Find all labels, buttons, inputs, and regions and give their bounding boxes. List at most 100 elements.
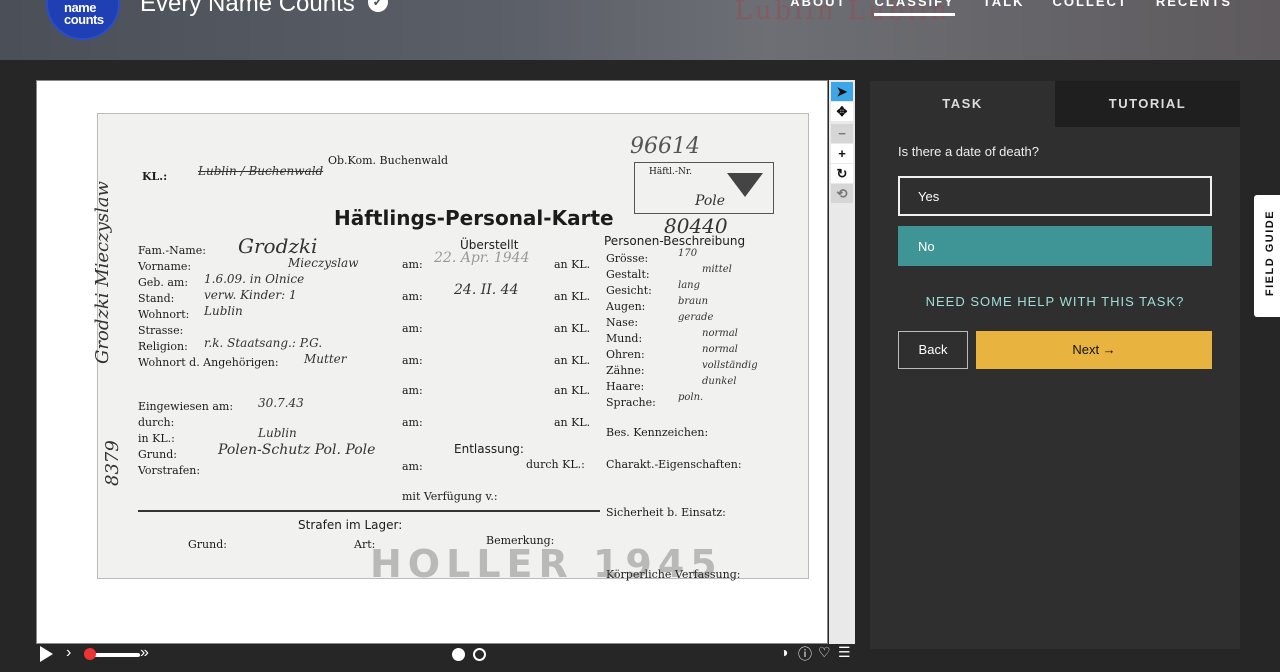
nav-recents[interactable]: RECENTS [1156, 0, 1232, 16]
label-nase: Nase: [606, 316, 639, 329]
strafen-title: Strafen im Lager: [298, 518, 403, 532]
next-button[interactable]: Next → [976, 331, 1212, 369]
person-title: Personen-Beschreibung [604, 234, 746, 248]
speed-slider-knob[interactable] [84, 648, 96, 660]
favorite-icon[interactable]: ♡ [818, 644, 831, 661]
frame-dot-2[interactable] [473, 648, 486, 661]
answer-yes-button[interactable]: Yes [898, 176, 1212, 216]
prisoner-card-image: Grodzki Mieczyslaw 8379 KL.: Lublin / Bu… [92, 113, 809, 586]
sicherheit-label: Sicherheit b. Einsatz: [606, 506, 726, 519]
ueb-kl-6: an KL. [554, 416, 591, 429]
ueb-date-1: 22. Apr. 1944 [434, 250, 530, 266]
value-zaehne: vollständig [702, 360, 758, 371]
label-wohnort-angeh: Wohnort d. Angehörigen: [138, 356, 279, 369]
pointer-icon[interactable]: ➤ [831, 82, 853, 101]
entlassung-am: am: [402, 460, 423, 473]
zoom-in-icon[interactable]: + [831, 144, 853, 163]
verfuegung-label: mit Verfügung v.: [402, 490, 498, 503]
task-question: Is there a date of death? [898, 144, 1039, 159]
label-vorname: Vorname: [138, 260, 192, 273]
value-mund: normal [702, 328, 738, 339]
rotate-icon[interactable]: ↻ [831, 164, 853, 183]
value-gesicht: lang [678, 280, 701, 291]
value-gestalt: mittel [702, 264, 732, 275]
label-stand: Stand: [138, 292, 175, 305]
subject-viewer[interactable]: Grodzki Mieczyslaw 8379 KL.: Lublin / Bu… [36, 80, 828, 644]
nav-collect[interactable]: COLLECT [1052, 0, 1127, 16]
value-geb: 1.6.09. in Olnice [204, 272, 305, 286]
site-header: Lublin Lublin name counts Every Name Cou… [0, 0, 1280, 60]
ueb-am-3: am: [402, 322, 423, 335]
ueb-am-5: am: [402, 384, 423, 397]
prev-speed-icon[interactable]: › [66, 644, 71, 662]
value-groesse: 170 [678, 248, 698, 259]
value-grund: Polen-Schutz Pol. Pole [218, 442, 376, 458]
label-zaehne: Zähne: [606, 364, 645, 377]
card-title: Häftlings-Personal-Karte [334, 206, 614, 230]
card-side-name: Grodzki Mieczyslaw [92, 181, 113, 364]
task-tabs: TASK TUTORIAL [870, 81, 1240, 127]
label-geb: Geb. am: [138, 276, 189, 289]
zoom-out-icon[interactable]: − [831, 124, 853, 143]
value-sprache: poln. [678, 392, 704, 403]
ueb-kl-1: an KL. [554, 258, 591, 271]
value-vorname: Mieczyslaw [288, 256, 359, 270]
card-top-number: 96614 [630, 134, 700, 159]
frame-player: › » ◑ ⓘ ♡ ☰ [36, 644, 856, 668]
label-haare: Haare: [606, 380, 645, 393]
project-logo[interactable]: name counts [46, 0, 120, 40]
field-guide-tab[interactable]: FIELD GUIDE [1254, 195, 1280, 317]
value-religion: r.k. Staatsang.: P.G. [204, 336, 323, 350]
back-button[interactable]: Back [898, 331, 968, 369]
card-kl-value: Lublin / Buchenwald [198, 164, 324, 178]
ueb-kl-2: an KL. [554, 290, 591, 303]
bes-kennzeichen-label: Bes. Kennzeichen: [606, 426, 709, 439]
task-help-link[interactable]: NEED SOME HELP WITH THIS TASK? [870, 294, 1240, 309]
nav-talk[interactable]: TALK [983, 0, 1025, 16]
tab-tutorial[interactable]: TUTORIAL [1055, 81, 1240, 127]
entlassung-kl: durch KL.: [526, 458, 585, 471]
answer-no-button[interactable]: No [898, 226, 1212, 266]
field-guide-label: FIELD GUIDE [1264, 209, 1276, 297]
label-in-kl: in KL.: [138, 432, 175, 445]
haeftl-value: Pole [695, 193, 726, 209]
label-durch: durch: [138, 416, 175, 429]
ueb-am-4: am: [402, 354, 423, 367]
card-ink-stamp: HOLLER 1945 [370, 542, 723, 586]
value-fam-name: Grodzki [238, 234, 318, 258]
charakt-label: Charakt.-Eigenschaften: [606, 458, 742, 471]
ueb-date-2: 24. II. 44 [454, 282, 519, 298]
next-speed-icon[interactable]: » [140, 644, 149, 662]
info-icon[interactable]: ⓘ [798, 644, 812, 664]
viewer-toolbar: ➤ ✥ − + ↻ ⟲ [829, 80, 855, 644]
label-religion: Religion: [138, 340, 188, 353]
card-divider [138, 510, 600, 512]
value-eingewiesen: 30.7.43 [258, 396, 304, 410]
project-title[interactable]: Every Name Counts [140, 0, 355, 18]
card-top-center: Ob.Kom. Buchenwald [328, 154, 449, 167]
play-icon[interactable] [40, 646, 53, 662]
ueb-kl-4: an KL. [554, 354, 591, 367]
tab-task[interactable]: TASK [870, 81, 1055, 127]
value-haare: dunkel [702, 376, 737, 387]
label-augen: Augen: [606, 300, 646, 313]
label-sprache: Sprache: [606, 396, 656, 409]
ueb-am-2: am: [402, 290, 423, 303]
haeftl-nr-box: Häftl.-Nr. Pole [634, 162, 774, 214]
label-grund: Grund: [138, 448, 177, 461]
label-mund: Mund: [606, 332, 643, 345]
value-augen: braun [678, 296, 709, 307]
invert-icon[interactable]: ◑ [780, 644, 788, 660]
collections-icon[interactable]: ☰ [838, 644, 851, 661]
label-gesicht: Gesicht: [606, 284, 652, 297]
label-ohren: Ohren: [606, 348, 645, 361]
logo-text: name counts [64, 0, 104, 27]
move-icon[interactable]: ✥ [831, 102, 853, 121]
project-nav: ABOUT CLASSIFY TALK COLLECT RECENTS [790, 0, 1232, 16]
reset-icon[interactable]: ⟲ [831, 184, 853, 203]
label-groesse: Grösse: [606, 252, 649, 265]
nav-classify[interactable]: CLASSIFY [874, 0, 955, 16]
label-strasse: Strasse: [138, 324, 184, 337]
nav-about[interactable]: ABOUT [790, 0, 846, 16]
frame-dot-1[interactable] [452, 648, 465, 661]
